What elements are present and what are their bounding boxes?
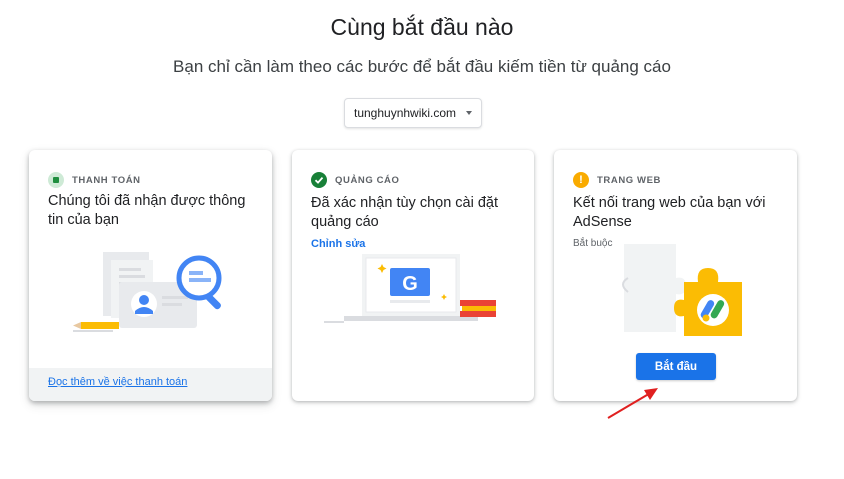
billing-icon [48, 172, 64, 188]
billing-card: THANH TOÁN Chúng tôi đã nhận được thông … [29, 150, 272, 401]
site-category: ! TRANG WEB [573, 172, 661, 188]
billing-illustration [73, 252, 222, 332]
chevron-down-icon [466, 111, 472, 115]
site-selector-value: tunghuynhwiki.com [354, 106, 457, 120]
ads-card: QUẢNG CÁO Đã xác nhận tùy chọn cài đặt q… [292, 150, 534, 401]
ads-category-label: QUẢNG CÁO [335, 174, 400, 186]
page-title: Cùng bắt đầu nào [330, 14, 514, 40]
warning-icon: ! [573, 172, 589, 188]
site-category-label: TRANG WEB [597, 174, 661, 186]
ads-illustration: G [324, 254, 496, 323]
billing-category-label: THANH TOÁN [72, 174, 141, 186]
billing-learn-more-link[interactable]: Đọc thêm về việc thanh toán [48, 376, 187, 388]
billing-category: THANH TOÁN [48, 172, 141, 188]
site-selector-dropdown[interactable]: tunghuynhwiki.com [344, 98, 482, 128]
required-label: Bắt buộc [573, 238, 613, 249]
google-g-letter: G [402, 273, 418, 295]
annotation-arrow-icon [607, 388, 658, 419]
ads-category: QUẢNG CÁO [311, 172, 400, 188]
site-illustration [622, 244, 742, 336]
start-button[interactable]: Bắt đầu [636, 353, 716, 380]
site-card: ! TRANG WEB Kết nối trang web của bạn vớ… [554, 150, 797, 401]
page-subtitle: Bạn chỉ cần làm theo các bước để bắt đầu… [173, 57, 671, 76]
edit-ads-settings-link[interactable]: Chỉnh sửa [311, 238, 365, 250]
ads-card-title: Đã xác nhận tùy chọn cài đặt quảng cáo [311, 195, 499, 230]
check-circle-icon [311, 172, 327, 188]
billing-card-title: Chúng tôi đã nhận được thông tin của bạn [48, 193, 246, 228]
site-card-title: Kết nối trang web của bạn với AdSense [573, 195, 766, 230]
